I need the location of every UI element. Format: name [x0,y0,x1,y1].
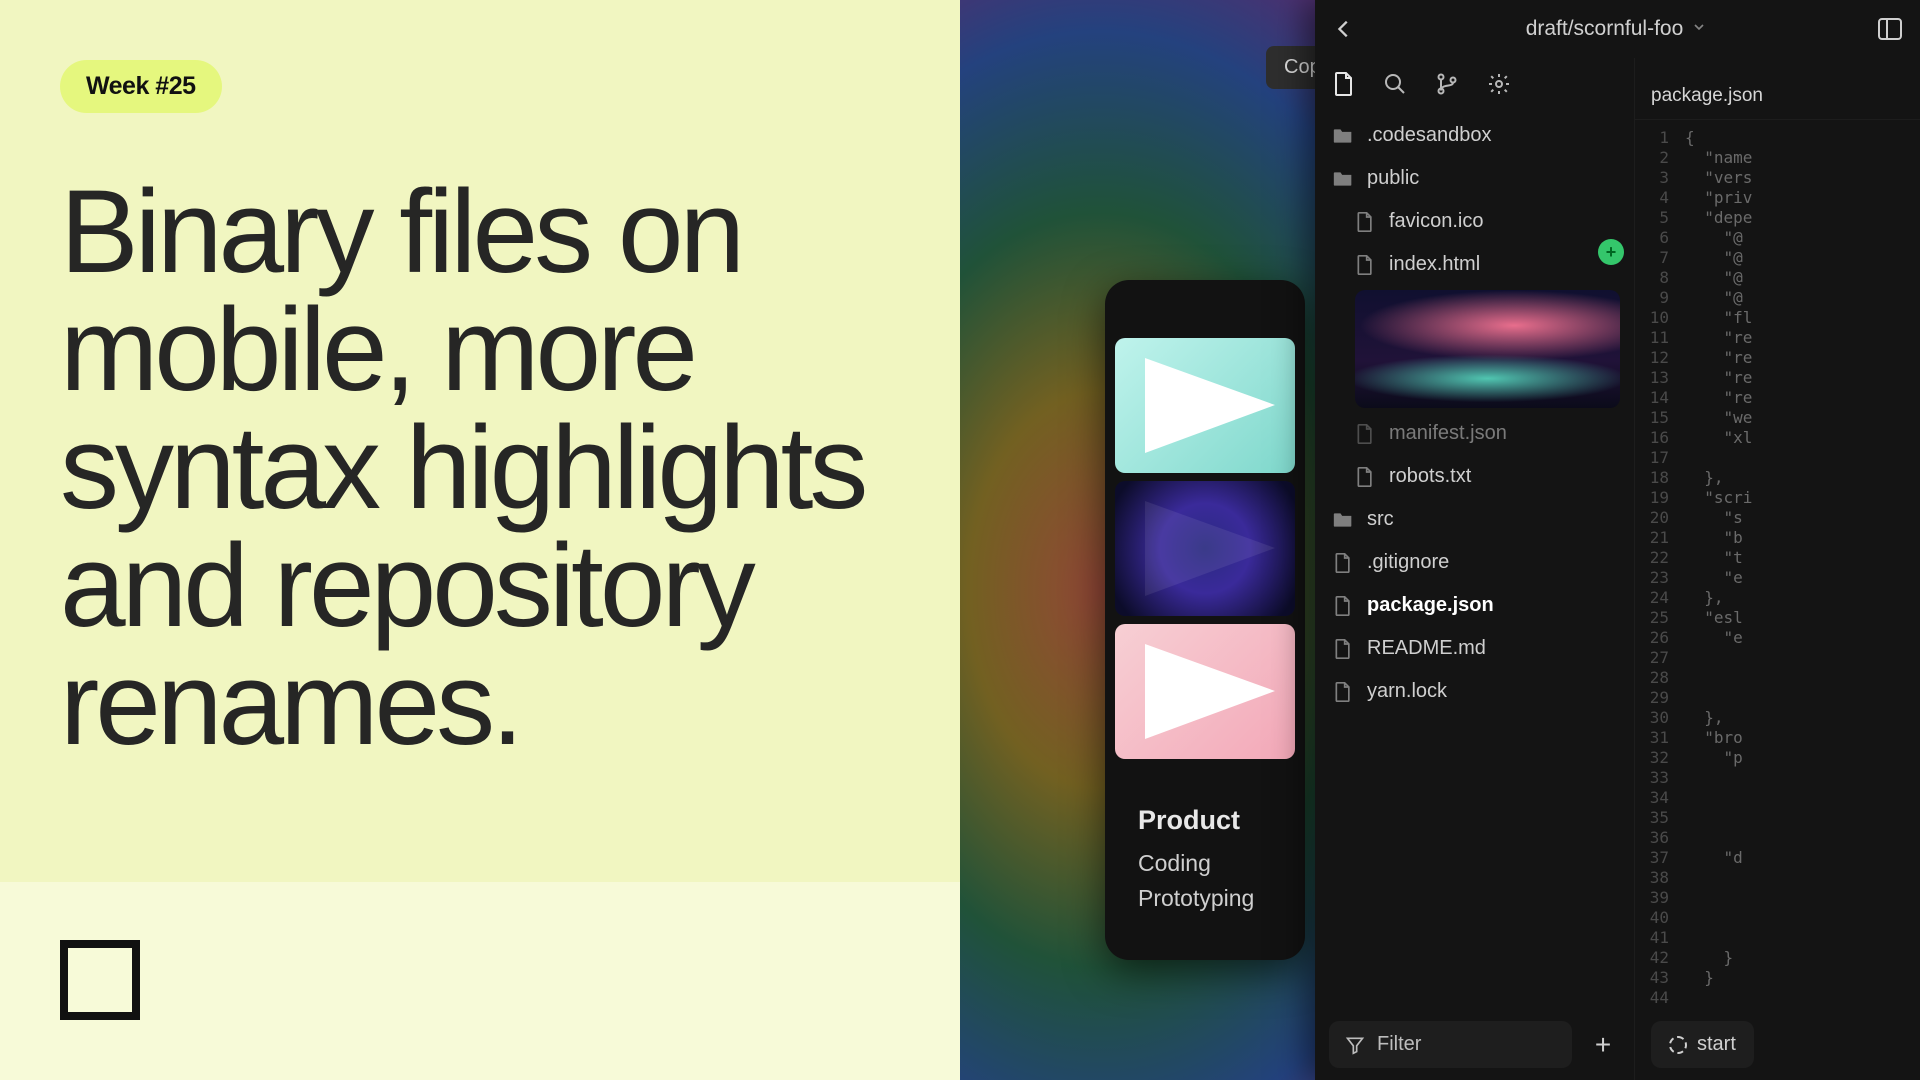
tree-item-label: robots.txt [1389,465,1471,488]
file-favicon-ico[interactable]: favicon.ico [1315,200,1634,243]
editor-header: draft/scornful-foo [1315,0,1920,58]
sidebar-tools [1315,58,1634,114]
tab-active[interactable]: package.json [1651,85,1763,107]
tree-item-label: yarn.lock [1367,680,1447,703]
thumbnail-triangle-1 [1115,338,1295,473]
folder-public[interactable]: public [1315,157,1634,200]
chevron-down-icon [1691,17,1707,41]
code-text: { "name "vers "priv "depe "@ "@ "@ "@ "f… [1679,120,1752,1009]
promo-panel: Week #25 Binary files on mobile, more sy… [0,0,960,1080]
back-icon[interactable] [1333,18,1355,40]
file-yarn-lock[interactable]: yarn.lock [1315,670,1634,713]
headline: Binary files on mobile, more syntax high… [60,173,900,763]
layout-panel-icon[interactable] [1878,18,1902,40]
file-readme-md[interactable]: README.md [1315,627,1634,670]
file-tree: .codesandboxpublicfavicon.icoindex.html+… [1315,114,1634,1009]
product-title: Product [1138,805,1254,836]
filter-icon [1345,1035,1365,1055]
file-robots-txt[interactable]: robots.txt [1315,455,1634,498]
gear-icon[interactable] [1487,72,1511,96]
search-icon[interactable] [1383,72,1407,96]
tree-item-label: .codesandbox [1367,124,1492,147]
new-file-button[interactable]: + [1586,1029,1620,1061]
thumbnail-triangle-3 [1115,624,1295,759]
add-badge-icon[interactable]: + [1598,239,1624,265]
branch-name: draft/scornful-foo [1526,17,1684,41]
line-gutter: 1234567891011121314151617181920212223242… [1635,120,1679,1009]
tree-item-label: favicon.ico [1389,210,1484,233]
tab-row: package.json [1635,72,1920,120]
tree-item-label: src [1367,508,1394,531]
tree-item-label: README.md [1367,637,1486,660]
tree-item-label: .gitignore [1367,551,1449,574]
promo-top: Week #25 Binary files on mobile, more sy… [0,0,960,882]
spinner-icon [1669,1036,1687,1054]
filter-placeholder: Filter [1377,1033,1421,1056]
tree-item-label: public [1367,167,1419,190]
product-item-0[interactable]: Coding [1138,850,1254,877]
app-panel: Product Coding Prototyping Copy draft/sc… [960,0,1920,1080]
branch-selector[interactable]: draft/scornful-foo [1375,17,1858,41]
folder--codesandbox[interactable]: .codesandbox [1315,114,1634,157]
branch-icon[interactable] [1435,72,1459,96]
tree-item-label: package.json [1367,594,1494,617]
code-column: package.json 123456789101112131415161718… [1635,58,1920,1080]
tree-item-label: manifest.json [1389,422,1507,445]
logo-square-icon [60,940,140,1020]
file-package-json[interactable]: package.json [1315,584,1634,627]
filter-input[interactable]: Filter [1329,1021,1572,1068]
editor-window: draft/scornful-foo [1315,0,1920,1080]
week-badge: Week #25 [60,60,222,113]
product-block: Product Coding Prototyping [1138,805,1254,920]
filter-row: Filter + [1315,1009,1634,1080]
thumbnails-card: Product Coding Prototyping [1105,280,1305,960]
image-preview [1355,290,1620,408]
file-manifest-json[interactable]: manifest.json [1315,412,1634,455]
run-row: start [1635,1009,1920,1080]
start-button[interactable]: start [1651,1021,1754,1068]
file-icon[interactable] [1333,72,1355,96]
thumbnail-triangle-2 [1115,481,1295,616]
folder-src[interactable]: src [1315,498,1634,541]
tree-item-label: index.html [1389,253,1480,276]
file--gitignore[interactable]: .gitignore [1315,541,1634,584]
file-index-html[interactable]: index.html+ [1315,243,1634,286]
start-label: start [1697,1033,1736,1056]
code-area[interactable]: 1234567891011121314151617181920212223242… [1635,120,1920,1009]
product-item-1[interactable]: Prototyping [1138,885,1254,912]
editor-sidebar: .codesandboxpublicfavicon.icoindex.html+… [1315,58,1635,1080]
